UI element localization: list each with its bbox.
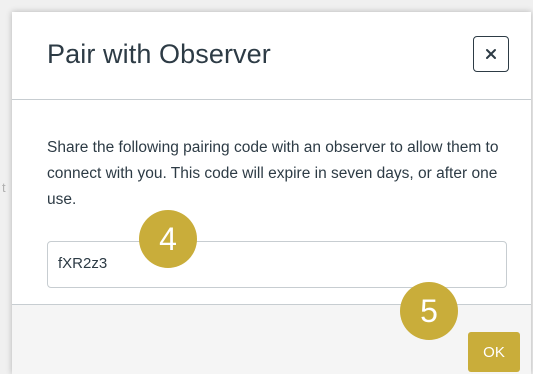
ok-button[interactable]: OK — [468, 332, 520, 372]
pairing-code-value: fXR2z3 — [58, 255, 108, 272]
background-text-fragment: t — [2, 180, 6, 195]
close-button[interactable] — [473, 36, 509, 72]
close-icon — [485, 48, 497, 60]
dialog-header: Pair with Observer — [12, 12, 531, 100]
pairing-code-field[interactable]: fXR2z3 — [47, 241, 507, 288]
dialog-body: Share the following pairing code with an… — [12, 100, 531, 304]
step-4-marker: 4 — [139, 210, 197, 268]
pairing-instructions: Share the following pairing code with an… — [47, 139, 499, 208]
dialog-title: Pair with Observer — [47, 39, 271, 69]
step-5-marker: 5 — [400, 282, 458, 340]
